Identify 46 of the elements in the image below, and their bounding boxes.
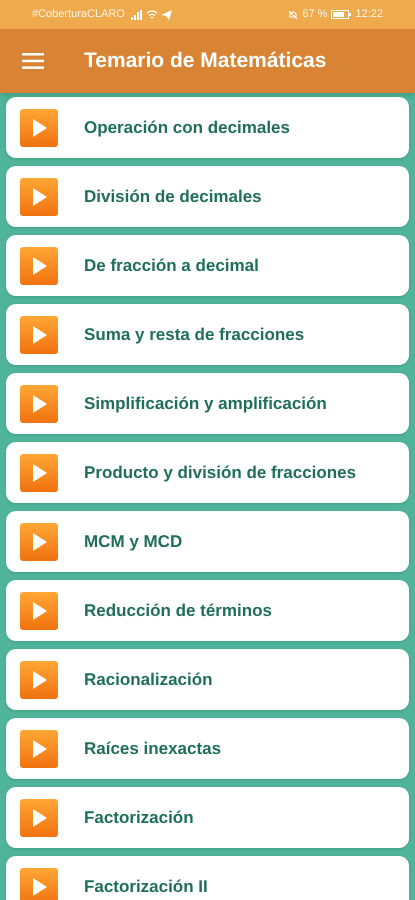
topic-title: MCM y MCD bbox=[84, 530, 182, 553]
battery-percent: 67 % bbox=[302, 7, 328, 22]
play-icon bbox=[20, 730, 58, 768]
play-icon bbox=[20, 246, 58, 284]
topic-title: Factorización bbox=[84, 806, 194, 829]
topic-card[interactable]: De fracción a decimal bbox=[6, 235, 409, 296]
topic-title: Producto y división de fracciones bbox=[84, 462, 356, 484]
battery-icon bbox=[331, 10, 352, 19]
play-icon bbox=[20, 178, 58, 216]
topic-card[interactable]: Raíces inexactas bbox=[6, 718, 409, 779]
play-icon bbox=[20, 384, 58, 422]
topic-card[interactable]: Producto y división de fracciones bbox=[6, 442, 409, 503]
topic-card[interactable]: Factorización II bbox=[6, 856, 409, 900]
topic-title: Raíces inexactas bbox=[84, 738, 222, 760]
topic-card[interactable]: Reducción de términos bbox=[6, 580, 409, 641]
signal-icon bbox=[130, 10, 143, 20]
clock-time: 12:22 bbox=[355, 7, 383, 22]
topic-card[interactable]: MCM y MCD bbox=[6, 511, 409, 572]
topic-title: Operación con decimales bbox=[84, 116, 290, 139]
topic-title: Suma y resta de fracciones bbox=[84, 324, 304, 346]
topic-card[interactable]: Factorización bbox=[6, 787, 409, 848]
topic-title: Simplificación y amplificación bbox=[84, 392, 327, 415]
play-icon bbox=[20, 108, 58, 146]
topic-title: De fracción a decimal bbox=[84, 254, 259, 277]
play-icon bbox=[20, 868, 58, 900]
topic-title: Racionalización bbox=[84, 668, 212, 691]
topic-card[interactable]: Suma y resta de fracciones bbox=[6, 304, 409, 365]
carrier-text: #CoberturaCLARO bbox=[32, 7, 125, 22]
topic-title: División de decimales bbox=[84, 186, 262, 208]
topic-card[interactable]: Simplificación y amplificación bbox=[6, 373, 409, 434]
play-icon bbox=[20, 522, 58, 560]
topic-card[interactable]: Racionalización bbox=[6, 649, 409, 710]
play-icon bbox=[20, 454, 58, 492]
topic-card[interactable]: División de decimales bbox=[6, 166, 409, 227]
send-icon bbox=[160, 10, 172, 20]
topic-title: Reducción de términos bbox=[84, 600, 272, 622]
play-icon bbox=[20, 798, 58, 836]
app-title: Temario de Matemáticas bbox=[84, 48, 326, 74]
menu-icon[interactable] bbox=[22, 53, 44, 69]
wifi-icon bbox=[146, 10, 158, 20]
play-icon bbox=[20, 592, 58, 630]
topic-card[interactable]: Operación con decimales bbox=[6, 97, 409, 158]
play-icon bbox=[20, 316, 58, 354]
play-icon bbox=[20, 660, 58, 698]
topic-title: Factorización II bbox=[84, 876, 208, 898]
muted-bell-icon bbox=[288, 10, 298, 20]
